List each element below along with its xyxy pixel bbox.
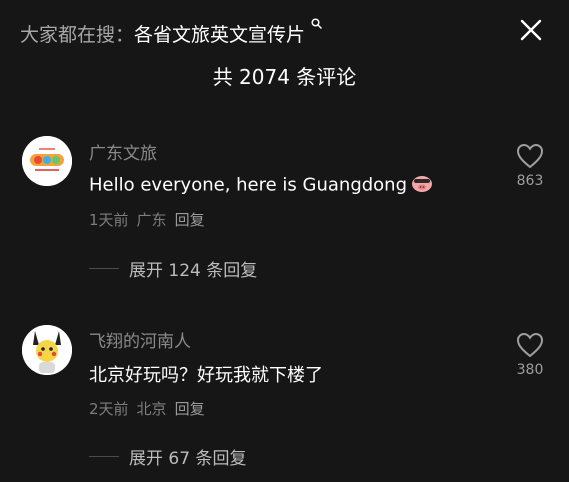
heart-icon[interactable] — [516, 143, 544, 169]
like-count: 863 — [516, 173, 544, 189]
comment-username[interactable]: 飞翔的河南人 — [89, 327, 191, 352]
comment-text-content: Hello everyone, here is Guangdong — [89, 174, 408, 196]
comment-time: 2天前 — [89, 400, 129, 418]
expand-replies-button[interactable]: 展开 124 条回复 — [89, 256, 257, 281]
comment-location: 北京 — [136, 400, 167, 418]
search-prefix: 大家都在搜： — [20, 24, 135, 46]
comment-time: 1天前 — [89, 211, 129, 229]
search-suggestion[interactable]: 大家都在搜：各省文旅英文宣传片 — [20, 18, 322, 47]
divider-line — [89, 456, 119, 457]
like-button[interactable]: 380 — [513, 332, 547, 378]
reply-button[interactable]: 回复 — [175, 400, 205, 418]
expand-replies-label: 展开 67 条回复 — [129, 449, 247, 469]
reply-button[interactable]: 回复 — [175, 211, 205, 229]
comment-meta: 1天前 广东 回复 — [89, 209, 213, 230]
like-button[interactable]: 863 — [513, 143, 547, 189]
comment-count-title: 共 2074 条评论 — [212, 65, 357, 89]
search-icon[interactable] — [307, 18, 322, 32]
comment-text[interactable]: Hello everyone, here is Guangdong — [89, 173, 433, 198]
top-bar: 大家都在搜：各省文旅英文宣传片 — [20, 18, 549, 50]
divider-line — [89, 268, 119, 269]
comment-text[interactable]: 北京好玩吗？好玩我就下楼了 — [89, 361, 323, 387]
comment-meta: 2天前 北京 回复 — [89, 398, 213, 419]
avatar[interactable] — [22, 325, 72, 375]
like-count: 380 — [516, 362, 544, 378]
close-icon[interactable] — [519, 18, 543, 42]
expand-replies-label: 展开 124 条回复 — [129, 261, 258, 281]
comment-location: 广东 — [136, 211, 167, 229]
heart-icon[interactable] — [516, 332, 544, 358]
avatar[interactable] — [22, 136, 72, 186]
pig-emoji-icon — [411, 173, 433, 198]
search-keyword[interactable]: 各省文旅英文宣传片 — [134, 24, 305, 46]
expand-replies-button[interactable]: 展开 67 条回复 — [89, 444, 246, 469]
comment-username[interactable]: 广东文旅 — [89, 139, 157, 164]
